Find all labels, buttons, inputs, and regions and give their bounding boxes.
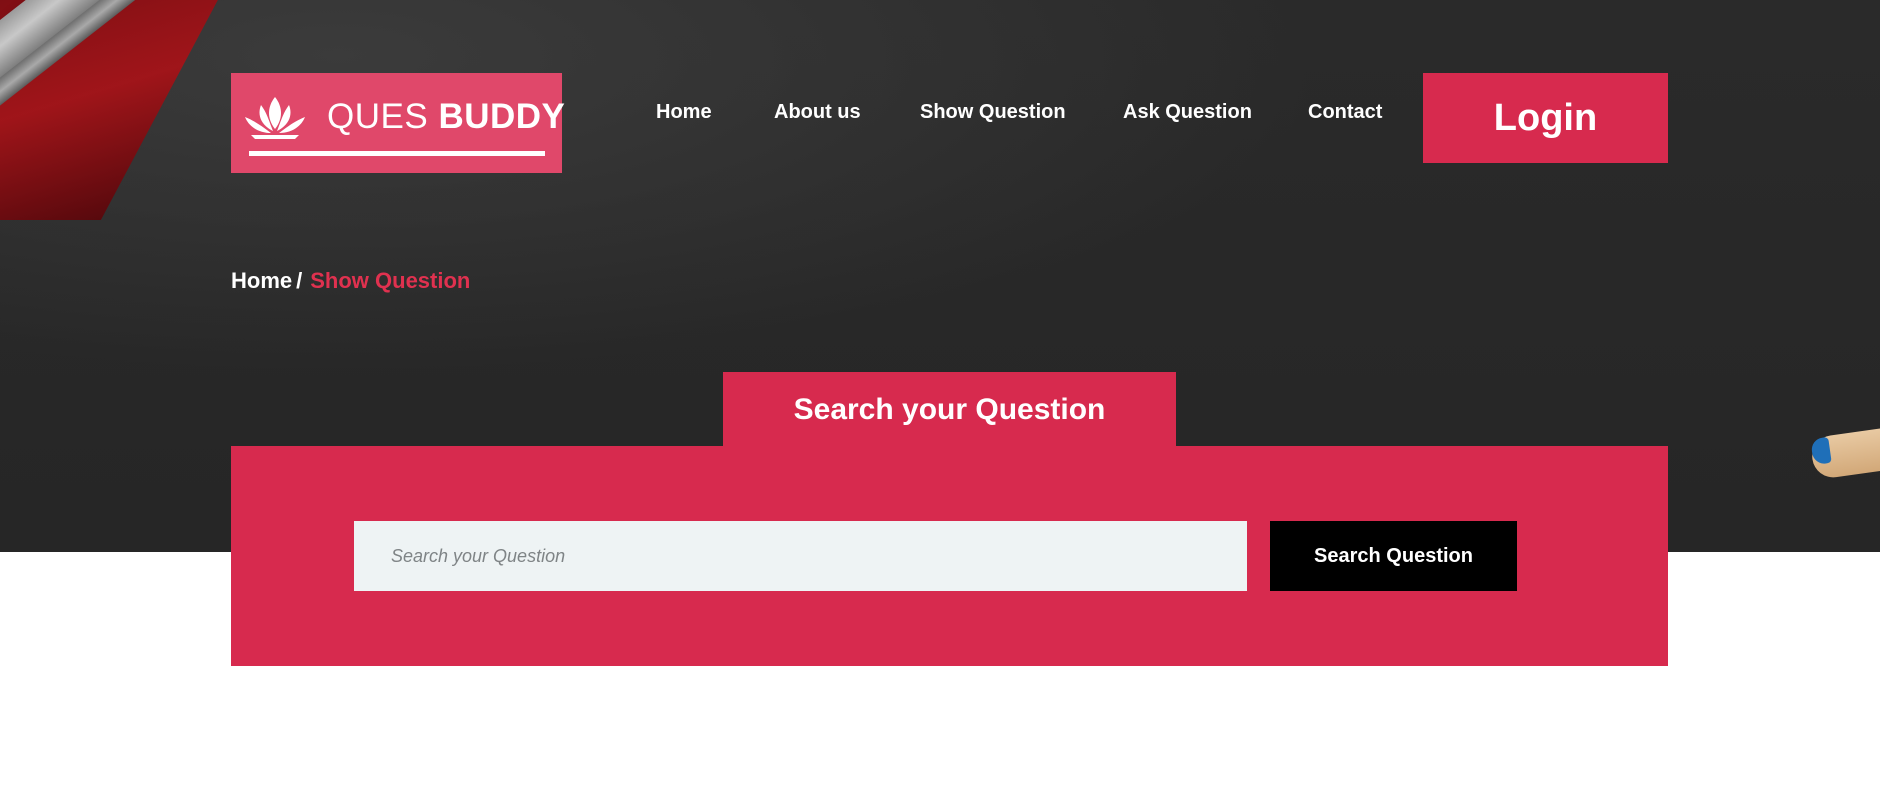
breadcrumb-home[interactable]: Home <box>231 268 292 293</box>
logo-text-bold: BUDDY <box>438 97 566 136</box>
nav-item-about-us[interactable]: About us <box>774 101 861 124</box>
search-section-title: Search your Question <box>723 372 1176 448</box>
nav-item-ask-question[interactable]: Ask Question <box>1123 101 1252 124</box>
lotus-icon <box>245 97 305 139</box>
search-input[interactable] <box>354 521 1247 591</box>
nav-item-show-question[interactable]: Show Question <box>920 101 1066 124</box>
logo-underline <box>249 151 545 156</box>
logo-text-light: QUES <box>327 97 429 136</box>
search-question-button[interactable]: Search Question <box>1270 521 1517 591</box>
breadcrumb-current: Show Question <box>310 268 471 293</box>
login-button[interactable]: Login <box>1423 73 1668 163</box>
breadcrumb-separator: / <box>296 268 303 293</box>
site-logo[interactable]: QUES BUDDY <box>231 73 565 173</box>
nav-item-contact[interactable]: Contact <box>1308 101 1382 124</box>
nav-item-home[interactable]: Home <box>656 101 712 124</box>
logo-text: QUES BUDDY <box>327 97 565 137</box>
breadcrumb: Home / Show Question <box>231 268 470 294</box>
